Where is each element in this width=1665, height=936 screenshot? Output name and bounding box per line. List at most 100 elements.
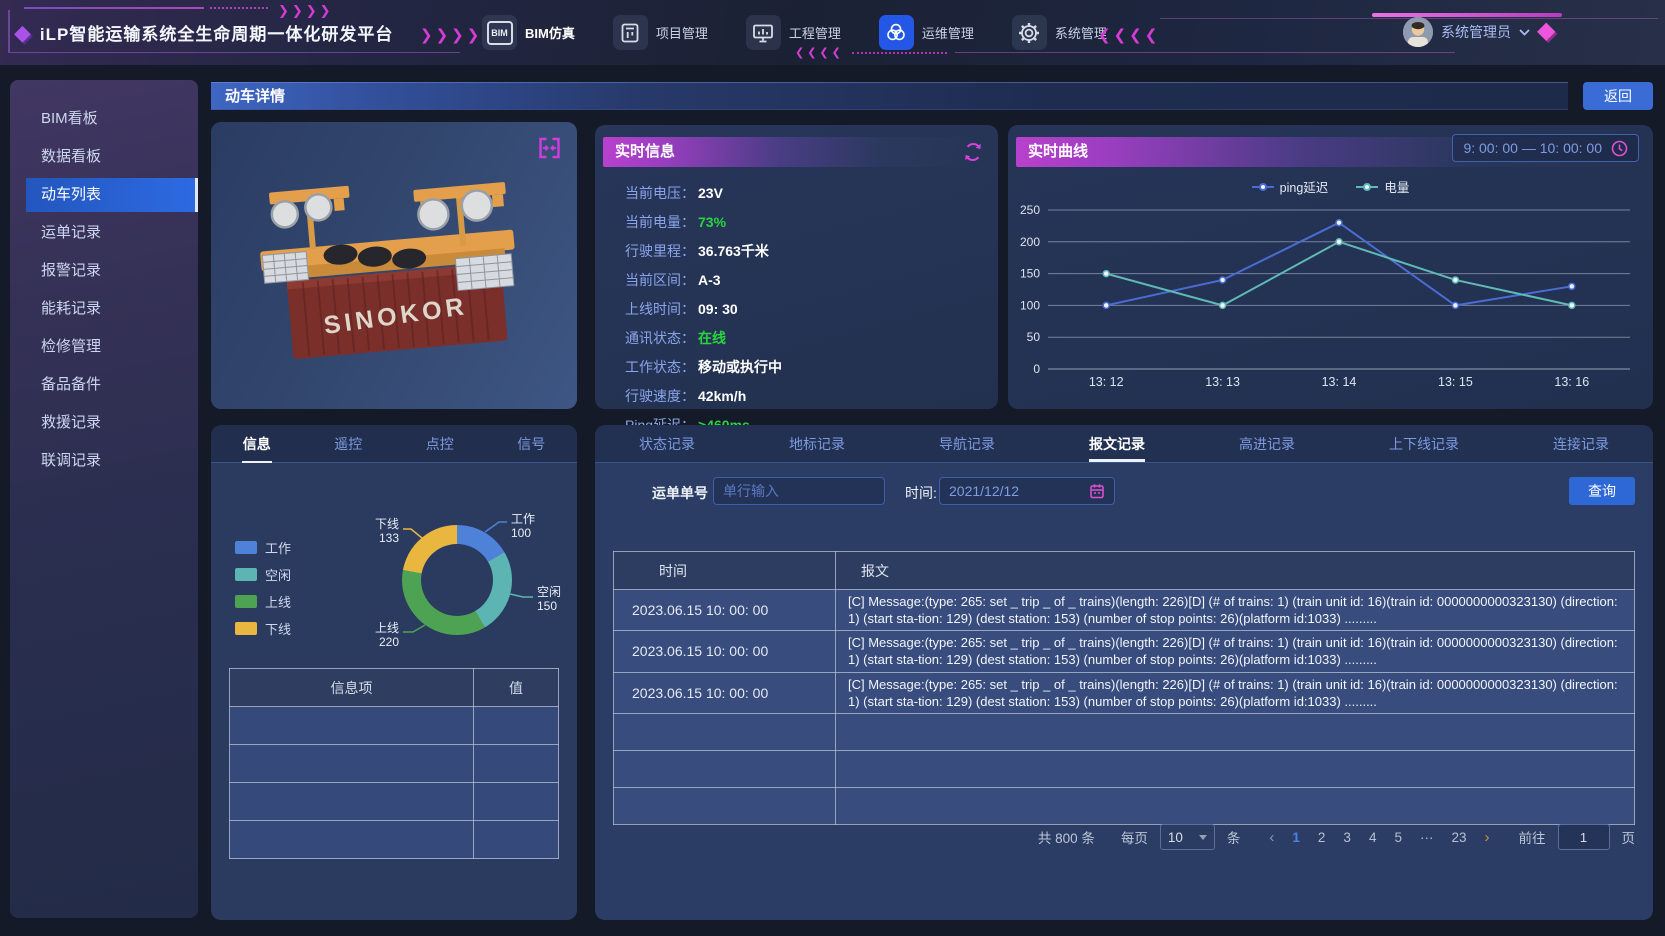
search-form: 运单单号 时间: 2021/12/12 查询 <box>595 477 1653 507</box>
sidebar-item-data-board[interactable]: 数据看板 <box>10 140 198 174</box>
user-menu[interactable]: 系统管理员 <box>1403 17 1530 47</box>
tab-connection-records[interactable]: 连接记录 <box>1553 434 1609 454</box>
tab-online-offline-records[interactable]: 上下线记录 <box>1389 434 1459 454</box>
tab-point-control[interactable]: 点控 <box>426 434 454 454</box>
nav-item-operations-management[interactable]: 运维管理 <box>879 15 974 50</box>
train-info-panel: 信息 遥控 点控 信号 工作 空闲 上线 下线 工作100 空闲150 上线22… <box>211 425 577 920</box>
table-row[interactable]: 2023.06.15 10: 00: 00 [C] Message:(type:… <box>614 590 1635 631</box>
prev-page-button[interactable]: ‹ <box>1266 829 1277 846</box>
sidebar-item-maintenance[interactable]: 检修管理 <box>10 330 198 364</box>
next-page-button[interactable]: › <box>1482 829 1493 846</box>
nav-item-project-management[interactable]: 项目管理 <box>613 15 708 50</box>
sidebar-item-joint-debug-records[interactable]: 联调记录 <box>10 444 198 478</box>
nav-label: 运维管理 <box>922 23 974 42</box>
tab-landmark-records[interactable]: 地标记录 <box>789 434 845 454</box>
table-header-row: 时间 报文 <box>614 552 1635 590</box>
nav-label: 工程管理 <box>789 23 841 42</box>
realtime-chart-panel: 实时曲线 9: 00: 00 — 10: 00: 00 ping延迟 电量 05… <box>1008 125 1653 409</box>
app-header: ❯❯❯❯ ◆ iLP智能运输系统全生命周期一体化研发平台 ❯❯❯❯ BIM BI… <box>0 0 1665 65</box>
pagination: 共 800 条 每页 10 条 ‹ 1 2 3 4 5 ··· 23 › 前往 … <box>1038 824 1635 850</box>
page-button-4[interactable]: 4 <box>1366 830 1380 845</box>
info-field-work-status: 工作状态：移动或执行中 <box>625 357 782 377</box>
legend-item-battery[interactable]: 电量 <box>1356 177 1409 196</box>
chevron-down-icon <box>1519 29 1530 36</box>
pie-legend-offline[interactable]: 下线 <box>235 619 291 638</box>
tab-signal[interactable]: 信号 <box>517 434 545 454</box>
top-nav: BIM BIM仿真 项目管理 工程管理 <box>482 15 1145 50</box>
tab-info[interactable]: 信息 <box>243 434 271 454</box>
pie-legend-idle[interactable]: 空闲 <box>235 565 291 584</box>
time-range-picker[interactable]: 9: 00: 00 — 10: 00: 00 <box>1452 134 1639 162</box>
sidebar-item-energy-records[interactable]: 能耗记录 <box>10 292 198 326</box>
svg-text:13: 13: 13: 13 <box>1205 375 1240 389</box>
page-unit: 页 <box>1622 827 1636 847</box>
tab-remote-control[interactable]: 遥控 <box>334 434 362 454</box>
refresh-icon[interactable] <box>962 141 984 168</box>
legend-swatch <box>235 622 257 635</box>
diamond-menu-icon[interactable]: ◆ <box>1537 16 1555 45</box>
page-size-select[interactable]: 10 <box>1160 824 1215 850</box>
legend-marker <box>1252 183 1274 191</box>
avatar <box>1403 17 1433 47</box>
waybill-input[interactable] <box>713 477 885 505</box>
nav-label: 项目管理 <box>656 23 708 42</box>
info-tabbar: 信息 遥控 点控 信号 <box>211 425 577 463</box>
table-row[interactable]: 2023.06.15 10: 00: 00 [C] Message:(type:… <box>614 631 1635 672</box>
total-count: 共 800 条 <box>1038 827 1095 847</box>
date-picker[interactable]: 2021/12/12 <box>939 477 1115 505</box>
page-button-2[interactable]: 2 <box>1315 830 1329 845</box>
sidebar-item-rescue-records[interactable]: 救援记录 <box>10 406 198 440</box>
table-row-empty <box>614 713 1635 750</box>
legend-item-ping[interactable]: ping延迟 <box>1252 177 1329 196</box>
svg-text:13: 12: 13: 12 <box>1089 375 1124 389</box>
legend-swatch <box>235 568 257 581</box>
svg-text:250: 250 <box>1020 203 1040 217</box>
page-button-5[interactable]: 5 <box>1391 830 1405 845</box>
app-logo: ◆ iLP智能运输系统全生命周期一体化研发平台 <box>14 0 393 65</box>
info-field-speed: 行驶速度：42km/h <box>625 386 782 406</box>
svg-text:200: 200 <box>1020 235 1040 249</box>
nav-item-engineering-management[interactable]: 工程管理 <box>746 15 841 50</box>
page-button-23[interactable]: 23 <box>1448 830 1469 845</box>
sidebar-item-train-list[interactable]: 动车列表 <box>26 178 198 212</box>
message-table: 时间 报文 2023.06.15 10: 00: 00 [C] Message:… <box>613 551 1635 825</box>
back-button[interactable]: 返回 <box>1583 82 1653 110</box>
tab-navigation-records[interactable]: 导航记录 <box>939 434 995 454</box>
sidebar-item-waybill-records[interactable]: 运单记录 <box>10 216 198 250</box>
table-row[interactable]: 2023.06.15 10: 00: 00 [C] Message:(type:… <box>614 672 1635 713</box>
tab-status-records[interactable]: 状态记录 <box>639 434 695 454</box>
per-page-label: 每页 <box>1121 827 1148 847</box>
decoration-bottom-line: ❮❮❮❮ <box>795 46 1455 59</box>
tab-message-records[interactable]: 报文记录 <box>1089 434 1145 454</box>
sidebar-item-alarm-records[interactable]: 报警记录 <box>10 254 198 288</box>
sidebar-item-bim-board[interactable]: BIM看板 <box>10 102 198 136</box>
logo-diamond-icon: ◆ <box>14 20 31 46</box>
info-field-battery: 当前电量：73% <box>625 212 782 232</box>
svg-text:50: 50 <box>1027 330 1041 344</box>
table-row-empty <box>230 821 559 859</box>
donut-label-idle: 空闲150 <box>537 585 561 614</box>
sidebar-item-spare-parts[interactable]: 备品备件 <box>10 368 198 402</box>
page-ellipsis: ··· <box>1417 830 1437 845</box>
search-button[interactable]: 查询 <box>1569 477 1635 505</box>
train-model-graphic: SINOKOR <box>224 144 564 399</box>
sidebar: BIM看板 数据看板 动车列表 运单记录 报警记录 能耗记录 检修管理 备品备件… <box>10 80 198 918</box>
line-chart: 05010015020025013: 1213: 1313: 1413: 151… <box>1008 201 1653 403</box>
nav-item-system-management[interactable]: 系统管理 <box>1012 15 1107 50</box>
user-name: 系统管理员 <box>1441 22 1511 42</box>
nav-item-bim-simulation[interactable]: BIM BIM仿真 <box>482 15 575 50</box>
page-title: 动车详情 <box>211 82 1568 110</box>
legend-marker <box>1356 183 1378 191</box>
caret-down-icon <box>1199 835 1207 840</box>
pie-legend-online[interactable]: 上线 <box>235 592 291 611</box>
waybill-label: 运单单号 <box>652 483 708 503</box>
page-button-1[interactable]: 1 <box>1289 830 1303 845</box>
calendar-icon <box>1089 483 1105 499</box>
tab-approach-records[interactable]: 高进记录 <box>1239 434 1295 454</box>
goto-page-input[interactable] <box>1558 824 1610 850</box>
page-button-3[interactable]: 3 <box>1340 830 1354 845</box>
svg-text:150: 150 <box>1020 267 1040 281</box>
pie-legend: 工作 空闲 上线 下线 <box>235 538 291 638</box>
svg-text:13: 14: 13: 14 <box>1322 375 1357 389</box>
pie-legend-working[interactable]: 工作 <box>235 538 291 557</box>
